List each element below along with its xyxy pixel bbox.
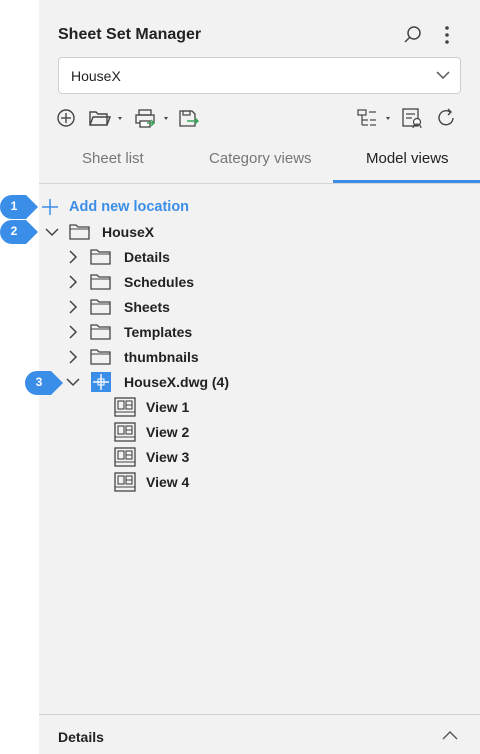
folder-icon	[69, 224, 90, 240]
refresh-icon[interactable]	[436, 107, 458, 129]
folder-icon	[90, 274, 111, 290]
tab-sheet-list[interactable]: Sheet list	[82, 150, 144, 167]
chevron-down-icon	[45, 228, 59, 237]
add-sheet-set-icon[interactable]	[56, 107, 76, 129]
tree-view-item[interactable]: View 2	[114, 421, 314, 443]
drawing-file-icon	[91, 372, 111, 392]
callout-2: 2	[0, 220, 38, 244]
tree-folder-label: Sheets	[124, 299, 170, 315]
folder-icon	[90, 324, 111, 340]
tree-folder-item[interactable]: thumbnails	[66, 346, 266, 368]
tree-folder-item[interactable]: Details	[66, 246, 266, 268]
tree-folder-label: Schedules	[124, 274, 195, 290]
search-icon[interactable]	[403, 24, 423, 46]
tree-folder-label: Details	[124, 249, 170, 265]
chevron-down-icon	[436, 70, 450, 80]
chevron-right-icon	[69, 275, 78, 289]
view-options-icon[interactable]	[356, 107, 394, 129]
active-tab-indicator	[333, 180, 480, 183]
more-options-icon[interactable]	[437, 24, 457, 46]
add-new-location[interactable]: Add new location	[41, 196, 241, 218]
export-icon[interactable]	[177, 107, 201, 129]
folder-icon	[90, 299, 111, 315]
plus-icon	[42, 199, 58, 215]
sheet-set-selector-value: HouseX	[71, 68, 121, 84]
chevron-up-icon[interactable]	[442, 731, 458, 741]
folder-icon	[90, 349, 111, 365]
tab-category-views[interactable]: Category views	[209, 150, 312, 167]
view-icon	[114, 447, 136, 467]
callout-3: 3	[25, 371, 63, 395]
tab-model-views[interactable]: Model views	[366, 150, 449, 167]
tree-view-label: View 1	[146, 399, 190, 415]
tree-folder-label: thumbnails	[124, 349, 199, 365]
view-icon	[114, 422, 136, 442]
tree-view-item[interactable]: View 1	[114, 396, 314, 418]
details-label: Details	[58, 729, 104, 745]
tree-view-label: View 3	[146, 449, 190, 465]
chevron-right-icon	[69, 350, 78, 364]
callout-1: 1	[0, 195, 38, 219]
panel-title: Sheet Set Manager	[58, 26, 202, 43]
tree-view-label: View 2	[146, 424, 190, 440]
chevron-right-icon	[69, 325, 78, 339]
open-folder-icon[interactable]	[89, 107, 125, 129]
chevron-right-icon	[69, 250, 78, 264]
tree-drawing-housex-dwg[interactable]: HouseX.dwg (4)	[66, 371, 266, 393]
tree-view-label: View 4	[146, 474, 190, 490]
view-icon	[114, 397, 136, 417]
publish-icon[interactable]	[135, 107, 171, 129]
chevron-down-icon	[66, 378, 80, 387]
chevron-right-icon	[69, 300, 78, 314]
view-tabs: Sheet list Category views Model views	[39, 140, 480, 184]
properties-icon[interactable]	[401, 107, 425, 129]
folder-icon	[90, 249, 111, 265]
tree-folder-item[interactable]: Sheets	[66, 296, 266, 318]
tree-folder-item[interactable]: Templates	[66, 321, 266, 343]
sheet-set-manager-panel: Sheet Set Manager HouseX Sheet list Cate…	[39, 0, 480, 754]
tree-root-housex[interactable]: HouseX	[45, 221, 245, 243]
tree-view-item[interactable]: View 3	[114, 446, 314, 468]
tree-folder-label: Templates	[124, 324, 193, 340]
tree-folder-item[interactable]: Schedules	[66, 271, 266, 293]
view-icon	[114, 472, 136, 492]
sheet-set-selector[interactable]: HouseX	[58, 57, 461, 94]
tree-view-item[interactable]: View 4	[114, 471, 314, 493]
details-section[interactable]: Details	[39, 714, 480, 754]
